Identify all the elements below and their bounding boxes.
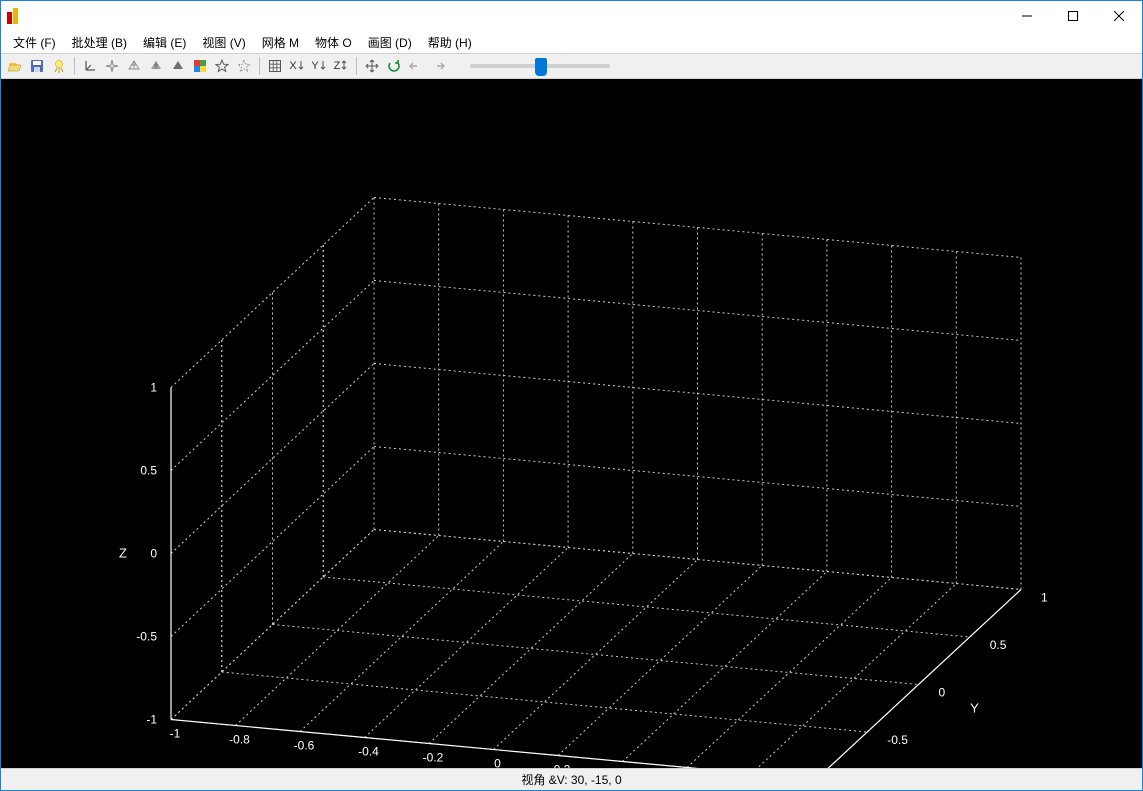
- zoom-slider[interactable]: [470, 64, 610, 68]
- toolbar: X Y Z: [1, 53, 1142, 79]
- status-text: 视角 &V: 30, -15, 0: [521, 771, 621, 788]
- solid-shade-icon[interactable]: [168, 56, 188, 76]
- grid-icon[interactable]: [265, 56, 285, 76]
- svg-text:-1: -1: [170, 727, 181, 741]
- svg-text:0.5: 0.5: [140, 464, 157, 478]
- menu-object[interactable]: 物体 O: [307, 32, 360, 53]
- undo-icon[interactable]: [406, 56, 426, 76]
- save-icon[interactable]: [27, 56, 47, 76]
- svg-text:Z: Z: [119, 546, 127, 561]
- titlebar: [1, 1, 1142, 31]
- svg-text:-0.2: -0.2: [423, 751, 444, 765]
- minimize-button[interactable]: [1004, 1, 1050, 31]
- svg-text:1: 1: [150, 381, 157, 395]
- svg-text:0.2: 0.2: [554, 763, 571, 769]
- menu-help[interactable]: 帮助 (H): [420, 32, 480, 53]
- svg-text:0.5: 0.5: [990, 638, 1007, 652]
- svg-text:Y: Y: [970, 701, 979, 716]
- spark-icon[interactable]: [102, 56, 122, 76]
- svg-text:-0.6: -0.6: [294, 739, 315, 753]
- statusbar: 视角 &V: 30, -15, 0: [1, 768, 1142, 790]
- 3d-viewport[interactable]: -1-0.500.51-1-0.8-0.6-0.4-0.200.20.40.60…: [1, 79, 1142, 768]
- svg-text:-0.4: -0.4: [358, 745, 379, 759]
- svg-text:0: 0: [494, 757, 501, 769]
- slider-thumb-icon[interactable]: [535, 58, 547, 76]
- menu-plot[interactable]: 画图 (D): [360, 32, 420, 53]
- wireframe-icon[interactable]: [124, 56, 144, 76]
- menu-mesh[interactable]: 网格 M: [254, 32, 307, 53]
- svg-text:-0.5: -0.5: [887, 733, 908, 747]
- menu-file[interactable]: 文件 (F): [5, 32, 64, 53]
- open-icon[interactable]: [5, 56, 25, 76]
- pan-icon[interactable]: [362, 56, 382, 76]
- axes-icon[interactable]: [80, 56, 100, 76]
- menu-view[interactable]: 视图 (V): [194, 32, 253, 53]
- star-dotted-icon[interactable]: [234, 56, 254, 76]
- svg-text:0: 0: [150, 547, 157, 561]
- svg-text:-0.5: -0.5: [136, 630, 157, 644]
- menu-edit[interactable]: 编辑 (E): [135, 32, 194, 53]
- color-icon[interactable]: [190, 56, 210, 76]
- svg-text:-0.8: -0.8: [229, 733, 250, 747]
- flat-shade-icon[interactable]: [146, 56, 166, 76]
- app-icon: [7, 8, 23, 24]
- x-axis-icon[interactable]: X: [287, 56, 307, 76]
- close-button[interactable]: [1096, 1, 1142, 31]
- redo-icon[interactable]: [428, 56, 448, 76]
- star-outline-icon[interactable]: [212, 56, 232, 76]
- z-axis-icon[interactable]: Z: [331, 56, 351, 76]
- rotate-icon[interactable]: [384, 56, 404, 76]
- light-icon[interactable]: [49, 56, 69, 76]
- svg-text:0: 0: [939, 686, 946, 700]
- svg-text:1: 1: [1041, 591, 1048, 605]
- menubar: 文件 (F) 批处理 (B) 编辑 (E) 视图 (V) 网格 M 物体 O 画…: [1, 31, 1142, 53]
- y-axis-icon[interactable]: Y: [309, 56, 329, 76]
- maximize-button[interactable]: [1050, 1, 1096, 31]
- menu-batch[interactable]: 批处理 (B): [64, 32, 135, 53]
- svg-text:-1: -1: [146, 713, 157, 727]
